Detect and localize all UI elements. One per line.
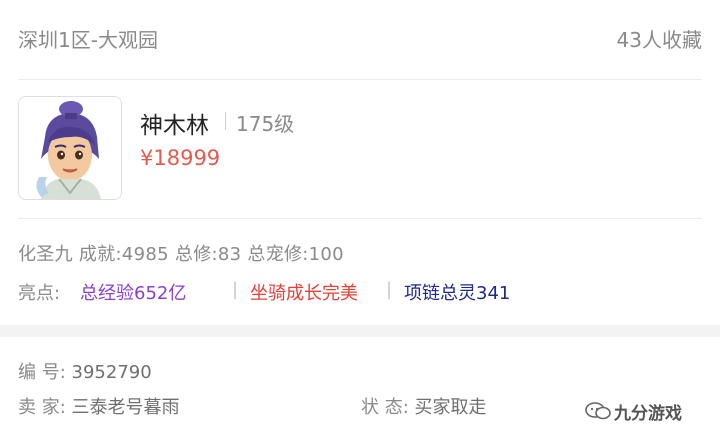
role-name: 神木林 xyxy=(140,113,209,139)
status-value: 买家取走 xyxy=(414,397,487,418)
highlight-tag: 项链总灵341 xyxy=(404,283,511,304)
header: 深圳1区-大观园 43人收藏 xyxy=(0,0,720,80)
section-gap xyxy=(0,325,720,337)
seller-label: 卖 家: xyxy=(18,397,66,418)
server-name: 深圳1区-大观园 xyxy=(18,28,158,52)
character-portrait-icon xyxy=(19,97,121,199)
highlight-tag: 坐骑成长完美 xyxy=(250,283,358,304)
role-level: 175级 xyxy=(236,112,295,136)
divider xyxy=(18,79,702,80)
divider xyxy=(225,112,226,130)
details-section: 编 号: 3952790 卖 家: 三泰老号暮雨 状 态: 买家取走 xyxy=(0,337,720,444)
wechat-icon xyxy=(585,402,611,420)
divider xyxy=(18,218,702,219)
seller-row: 卖 家: 三泰老号暮雨 xyxy=(18,393,180,419)
status-label: 状 态: xyxy=(361,397,409,418)
seller-value: 三泰老号暮雨 xyxy=(71,397,180,418)
price: ¥18999 xyxy=(140,146,221,170)
character-avatar[interactable] xyxy=(18,96,122,200)
favorites-count[interactable]: 43人收藏 xyxy=(617,24,702,53)
status-row: 状 态: 买家取走 xyxy=(361,393,487,419)
highlight-tag: 总经验652亿 xyxy=(80,283,187,304)
watermark-text: 九分游戏 xyxy=(614,404,682,424)
id-row: 编 号: 3952790 xyxy=(18,358,152,384)
id-label: 编 号: xyxy=(18,362,66,383)
highlights-label: 亮点: xyxy=(18,283,61,304)
stats-line: 化圣九 成就:4985 总修:83 总宠修:100 xyxy=(18,244,344,265)
role-card[interactable]: 神木林 175级 ¥18999 xyxy=(18,96,718,202)
highlight-separator: | xyxy=(386,279,393,300)
highlight-separator: | xyxy=(232,279,239,300)
id-value: 3952790 xyxy=(71,362,152,383)
